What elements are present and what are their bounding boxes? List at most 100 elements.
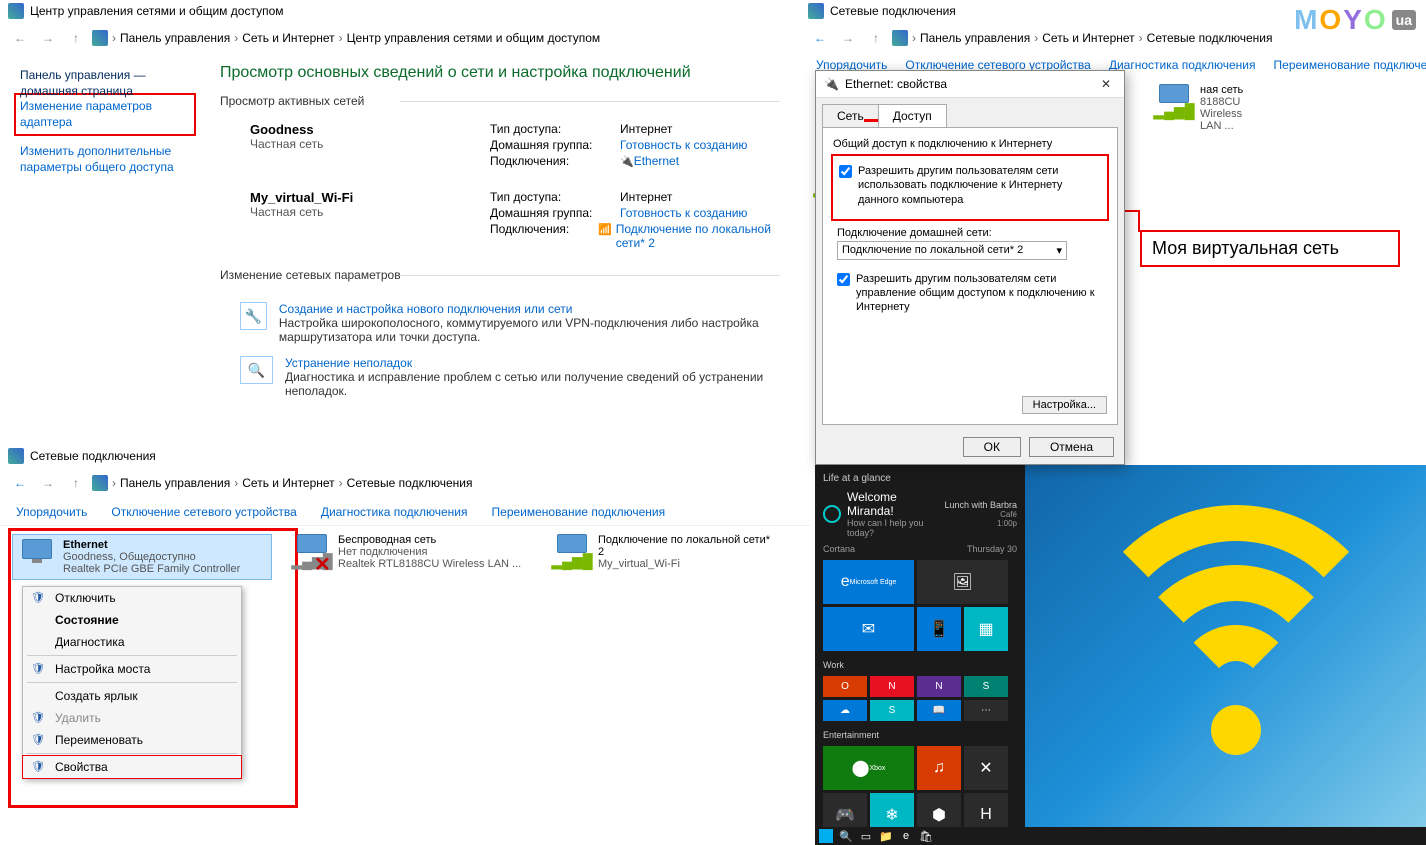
toolbar-rename[interactable]: Переименование подключения [1274,58,1426,72]
network-sharing-center-window: Центр управления сетями и общим доступом… [0,0,800,440]
search-icon[interactable]: 🔍 [839,829,853,843]
tile-photo[interactable]: 🖼 [917,560,1008,604]
ethernet-properties-dialog: 🔌 Ethernet: свойства ✕ Сеть Доступ Общий… [815,70,1125,465]
up-button[interactable]: ↑ [64,471,88,495]
path-icon [92,30,108,46]
annotation-line [1138,210,1140,232]
store-icon[interactable]: 🛍 [919,829,933,843]
connection-item[interactable]: ▂▄▆█ Подключение по локальной сети* 2 My… [552,534,772,580]
logo-suffix: ua [1392,10,1416,30]
allow-control-checkbox[interactable] [837,273,850,286]
tab-network[interactable]: Сеть [822,104,879,127]
settings-button[interactable]: Настройка... [1022,396,1107,414]
menu-rename[interactable]: Переименовать [23,729,241,751]
forward-button[interactable]: → [36,471,60,495]
toolbar-diagnose[interactable]: Диагностика подключения [1109,58,1256,72]
sidebar-home-link[interactable]: Панель управления — домашняя страница [20,68,146,98]
homegroup-link[interactable]: Готовность к созданию [620,138,747,152]
menu-bridge[interactable]: Настройка моста [23,658,241,680]
network-type: Частная сеть [250,205,490,219]
menu-properties[interactable]: Свойства [22,755,242,779]
breadcrumb[interactable]: ›Панель управления ›Сеть и Интернет ›Цен… [112,31,600,45]
forward-button[interactable]: → [36,26,60,50]
nc-icon [8,448,24,464]
tile-more[interactable]: ⋯ [964,700,1008,721]
tile-onenote2[interactable]: N [917,676,961,697]
menu-disable[interactable]: Отключить [23,587,241,609]
tile-music[interactable]: ♫ [917,746,961,790]
back-button[interactable]: ← [808,26,832,50]
menu-shortcut[interactable]: Создать ярлык [23,685,241,707]
back-button[interactable]: ← [8,26,32,50]
tile-app[interactable]: ▦ [964,607,1008,651]
tab-sharing[interactable]: Доступ [878,104,947,127]
explorer-icon[interactable]: 📁 [879,829,893,843]
start-button[interactable] [819,829,833,843]
context-menu: Отключить Состояние Диагностика Настройк… [22,586,242,779]
allow-sharing-checkbox[interactable] [839,165,852,178]
up-button[interactable]: ↑ [864,26,888,50]
tile-xbox-badge[interactable]: ✕ [964,746,1008,790]
allow-sharing-checkbox-row[interactable]: Разрешить другим пользователям сети испо… [839,164,1105,207]
tile-reader[interactable]: 📖 [917,700,961,721]
cancel-button[interactable]: Отмена [1029,437,1114,457]
nc-icon [808,3,824,19]
back-button[interactable]: ← [8,471,32,495]
menu-status[interactable]: Состояние [23,609,241,631]
toolbar-diagnose[interactable]: Диагностика подключения [321,505,468,519]
shield-icon [31,759,45,773]
toolbar-organize[interactable]: Упорядочить [16,505,87,519]
close-button[interactable]: ✕ [1096,77,1116,91]
sidebar-adapter-link[interactable]: Изменение параметров адаптера [20,99,190,130]
connection-item[interactable]: ▂▄▆█ ✕ Беспроводная сеть Нет подключения… [292,534,532,580]
nsc-icon [8,3,24,19]
tile-xbox[interactable]: ⬤Xbox [823,746,914,790]
tile-phone[interactable]: 📱 [917,607,961,651]
dialog-title: Ethernet: свойства [845,77,947,91]
wifi-icon [598,222,612,232]
path-icon [92,475,108,491]
task-item[interactable]: 🔧 Создание и настройка нового подключени… [220,296,780,350]
toolbar-rename[interactable]: Переименование подключения [492,505,666,519]
tile-sway[interactable]: S [964,676,1008,697]
network-name: Goodness [250,122,490,137]
allow-control-checkbox-row[interactable]: Разрешить другим пользователям сети упра… [837,272,1107,315]
network-connections-window-bottom: Сетевые подключения ← → ↑ ›Панель управл… [0,445,810,845]
cortana-icon[interactable] [823,505,841,523]
tile-office[interactable]: O [823,676,867,697]
edge-taskbar-icon[interactable]: e [899,829,913,843]
breadcrumb[interactable]: ›Панель управления ›Сеть и Интернет ›Сет… [912,31,1272,45]
menu-delete: Удалить [23,707,241,729]
disabled-x-icon: ✕ [314,552,331,577]
taskview-icon[interactable]: ▭ [859,829,873,843]
menu-separator [27,682,237,683]
tile-edge[interactable]: eMicrosoft Edge [823,560,914,604]
window-title: Сетевые подключения [830,4,956,18]
change-settings-label: Изменение сетевых параметров [220,268,780,282]
toolbar-disable[interactable]: Отключение сетевого устройства [111,505,296,519]
wifi-bars-icon: ▂▄▆█ [1153,103,1194,120]
home-connection-select[interactable]: Подключение по локальной сети* 2 ▾ [837,241,1067,260]
titlebar: Сетевые подключения [0,445,810,467]
connection-item[interactable]: ▂▄▆█ ная сеть 8188CU Wireless LAN ... [1154,84,1254,132]
tile-onedrive[interactable]: ☁ [823,700,867,721]
up-button[interactable]: ↑ [64,26,88,50]
forward-button[interactable]: → [836,26,860,50]
tile-onenote[interactable]: N [870,676,914,697]
homegroup-link[interactable]: Готовность к созданию [620,206,747,220]
connection-link[interactable]: Ethernet [634,154,679,168]
tile-mail[interactable]: ✉ [823,607,914,651]
connection-link[interactable]: Подключение по локальной сети* 2 [616,222,780,250]
tile-skype[interactable]: S [870,700,914,721]
connection-item-selected[interactable]: Ethernet Goodness, Общедоступно Realtek … [12,534,272,580]
task-item[interactable]: 🔍 Устранение неполадок Диагностика и исп… [220,350,780,404]
sidebar-sharing-link[interactable]: Изменить дополнительные параметры общего… [20,144,190,175]
breadcrumb[interactable]: ›Панель управления ›Сеть и Интернет ›Сет… [112,476,472,490]
window-title: Сетевые подключения [30,449,156,463]
menu-diagnose[interactable]: Диагностика [23,631,241,653]
start-header: Life at a glance [823,473,1017,484]
start-menu: Life at a glance Welcome Miranda! How ca… [815,465,1025,827]
troubleshoot-icon: 🔍 [240,356,273,384]
ok-button[interactable]: ОК [963,437,1021,457]
taskbar: 🔍 ▭ 📁 e 🛍 [815,827,1426,845]
